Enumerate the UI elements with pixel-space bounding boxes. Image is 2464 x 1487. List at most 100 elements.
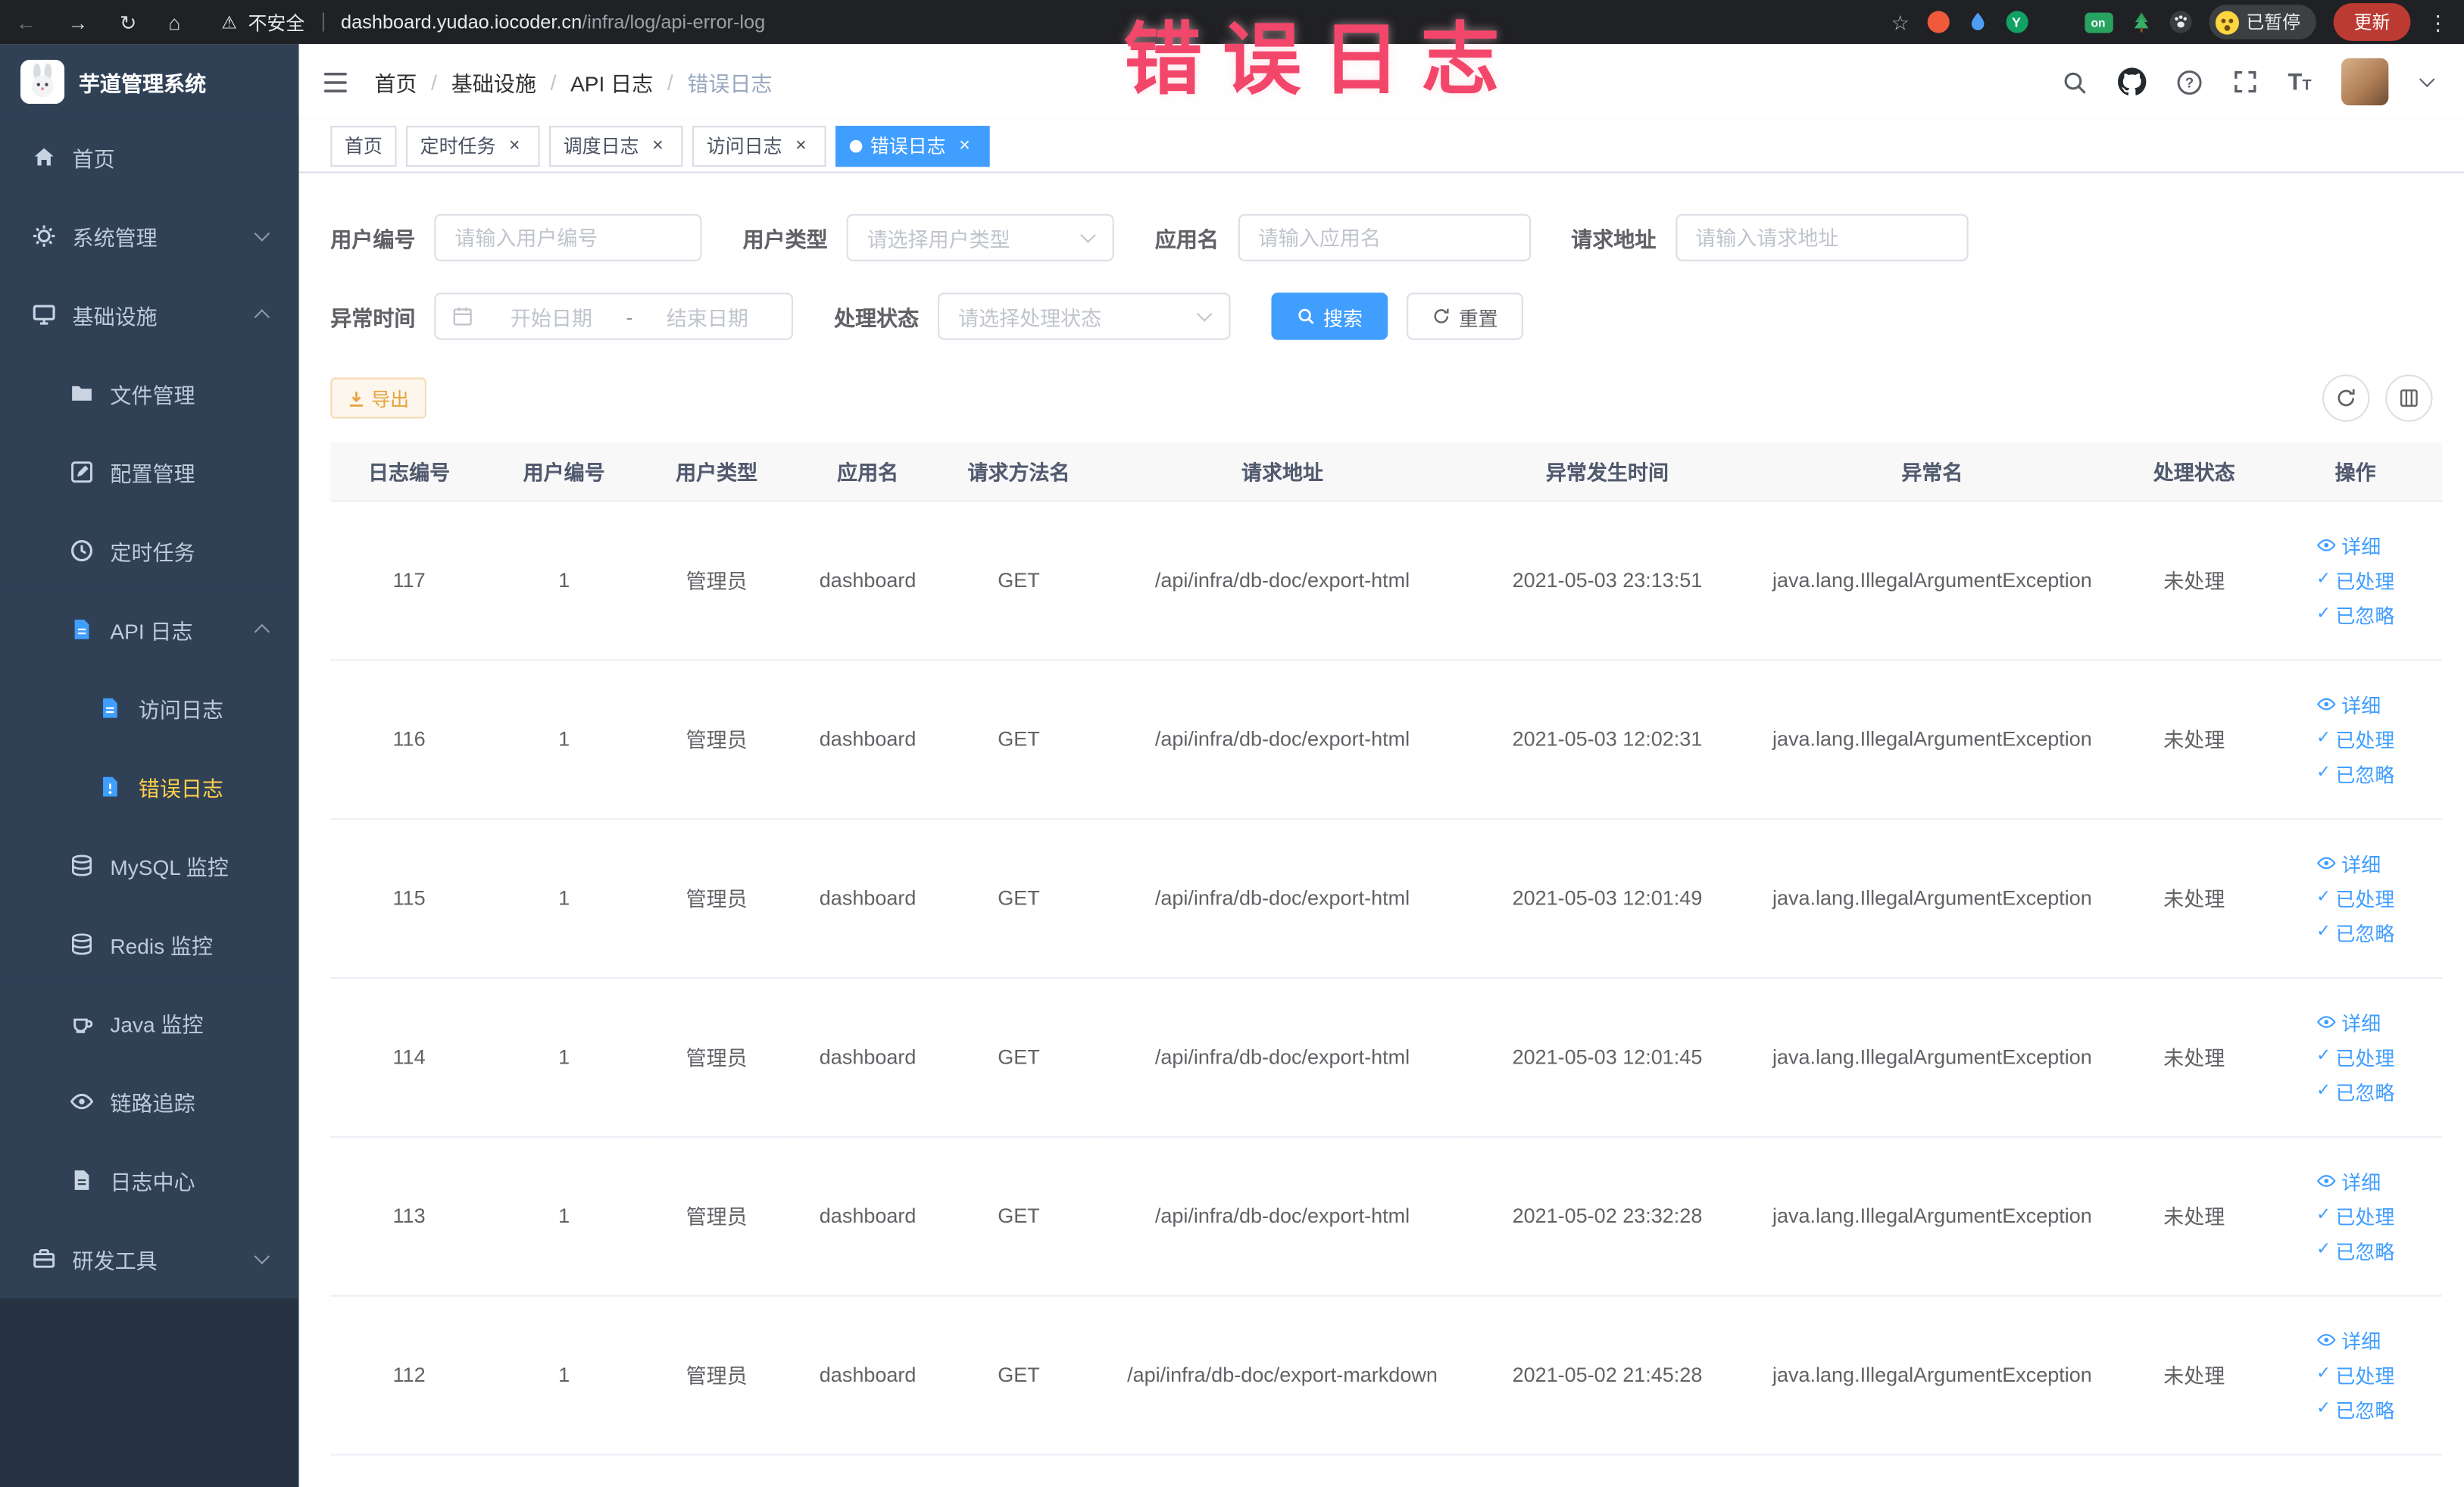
sidebar-item-log-center[interactable]: 日志中心 <box>0 1141 299 1220</box>
export-button-label: 导出 <box>371 388 410 411</box>
processed-link[interactable]: ✓ 已处理 <box>2316 883 2394 912</box>
sidebar-item-api-log[interactable]: API 日志 <box>0 589 299 669</box>
avatar-caret-icon[interactable] <box>2419 70 2435 87</box>
export-button[interactable]: 导出 <box>330 377 426 419</box>
cell-log-id: 117 <box>330 500 488 661</box>
ignore-link[interactable]: ✓ 已忽略 <box>2316 1394 2394 1423</box>
sidebar-item-scheduled-jobs[interactable]: 定时任务 <box>0 511 299 590</box>
detail-link[interactable]: 详细 <box>2316 1325 2381 1354</box>
breadcrumb-home[interactable]: 首页 <box>374 66 417 98</box>
detail-link[interactable]: 详细 <box>2316 1166 2381 1195</box>
cell-method: GET <box>942 1295 1095 1455</box>
app-logo-row[interactable]: 芋道管理系统 <box>0 44 299 118</box>
detail-link[interactable]: 详细 <box>2316 1007 2381 1036</box>
filter-app-name: 应用名 <box>1155 214 1531 261</box>
sidebar-item-error-log[interactable]: 错误日志 <box>0 747 299 826</box>
help-icon[interactable]: ? <box>2176 68 2203 95</box>
address-bar[interactable]: ⚠ 不安全 dashboard.yudao.iocoder.cn/infra/l… <box>221 8 1891 35</box>
cell-user-type: 管理员 <box>640 659 793 820</box>
tab-0[interactable]: 首页 <box>330 125 397 167</box>
bookmark-star-icon[interactable]: ☆ <box>1891 12 1910 33</box>
sidebar-item-java-monitor[interactable]: Java 监控 <box>0 983 299 1063</box>
sidebar-item-home[interactable]: 首页 <box>0 117 299 197</box>
error-log-table: 日志编号 用户编号 用户类型 应用名 请求方法名 请求地址 异常发生时间 异常名 处理状态 操作 1… <box>330 442 2442 1455</box>
process-status-select[interactable]: 请选择处理状态 <box>938 292 1231 340</box>
chevron-down-icon <box>1080 227 1096 243</box>
github-icon[interactable] <box>2118 67 2147 95</box>
cell-user-id: 1 <box>487 1295 641 1455</box>
tabs-bar: 首页 定时任务 × 调度日志 × 访问日志 × 错误日志 × <box>298 119 2464 173</box>
sidebar-item-infrastructure[interactable]: 基础设施 <box>0 275 299 355</box>
ignore-link[interactable]: ✓ 已忽略 <box>2316 1236 2394 1265</box>
header-search-icon[interactable] <box>2061 68 2088 95</box>
hamburger-icon[interactable] <box>323 70 352 93</box>
action-label: 详细 <box>2341 1013 2381 1036</box>
sidebar-item-redis-monitor[interactable]: Redis 监控 <box>0 904 299 984</box>
column-settings-button[interactable] <box>2385 374 2433 422</box>
select-placeholder: 请选择处理状态 <box>958 306 1102 330</box>
extension-icon-grid[interactable] <box>2044 11 2066 33</box>
ignore-link[interactable]: ✓ 已忽略 <box>2316 599 2394 629</box>
breadcrumb-separator: / <box>667 70 673 94</box>
tab-3[interactable]: 访问日志 × <box>692 125 826 167</box>
extension-icon-tree[interactable] <box>2130 11 2152 33</box>
action-label: 已忽略 <box>2335 1241 2395 1264</box>
reload-icon[interactable]: ↻ <box>120 12 137 33</box>
processed-link[interactable]: ✓ 已处理 <box>2316 1201 2394 1230</box>
tab-4[interactable]: 错误日志 × <box>835 125 990 167</box>
sidebar-item-label: 文件管理 <box>110 383 195 408</box>
paused-extension-chip[interactable]: 已暂停 <box>2208 5 2316 39</box>
sidebar-item-file-mgmt[interactable]: 文件管理 <box>0 354 299 433</box>
processed-link[interactable]: ✓ 已处理 <box>2316 565 2394 595</box>
extension-icon-blue-drop[interactable] <box>1966 11 1988 33</box>
detail-link[interactable]: 详细 <box>2316 848 2381 878</box>
detail-link[interactable]: 详细 <box>2316 689 2381 719</box>
tab-close-icon[interactable]: × <box>954 134 976 157</box>
tab-2[interactable]: 调度日志 × <box>549 125 683 167</box>
sidebar-item-mysql-monitor[interactable]: MySQL 监控 <box>0 826 299 905</box>
processed-link[interactable]: ✓ 已处理 <box>2316 724 2394 754</box>
browser-nav-icons: ← → ↻ ⌂ <box>16 12 181 33</box>
user-id-input[interactable] <box>434 214 702 261</box>
sidebar-item-config-mgmt[interactable]: 配置管理 <box>0 433 299 512</box>
fullscreen-icon[interactable] <box>2233 69 2258 94</box>
app-name-input[interactable] <box>1237 214 1531 261</box>
back-icon[interactable]: ← <box>16 12 36 33</box>
tab-1[interactable]: 定时任务 × <box>405 125 540 167</box>
ignore-link[interactable]: ✓ 已忽略 <box>2316 1076 2394 1106</box>
user-type-select[interactable]: 请选择用户类型 <box>846 214 1114 261</box>
ignore-link[interactable]: ✓ 已忽略 <box>2316 758 2394 788</box>
processed-link[interactable]: ✓ 已处理 <box>2316 1042 2394 1071</box>
check-icon: ✓ <box>2316 728 2331 748</box>
sidebar-item-link-trace[interactable]: 链路追踪 <box>0 1062 299 1142</box>
action-label: 详细 <box>2341 1172 2381 1195</box>
sidebar-item-access-log[interactable]: 访问日志 <box>0 668 299 748</box>
font-size-icon[interactable]: TT <box>2288 68 2311 95</box>
browser-home-icon[interactable]: ⌂ <box>168 12 180 33</box>
user-avatar[interactable] <box>2341 58 2389 106</box>
browser-update-button[interactable]: 更新 <box>2333 3 2411 42</box>
tab-close-icon[interactable]: × <box>504 134 526 157</box>
extension-icon-green-y[interactable]: Y <box>2005 11 2028 33</box>
extension-icon-on-badge[interactable]: on <box>2084 11 2113 33</box>
ignore-link[interactable]: ✓ 已忽略 <box>2316 917 2394 947</box>
kebab-menu-icon[interactable]: ⋮ <box>2428 12 2448 33</box>
breadcrumb-api-log[interactable]: API 日志 <box>570 66 653 98</box>
request-url-input[interactable] <box>1675 214 1968 261</box>
processed-link[interactable]: ✓ 已处理 <box>2316 1360 2394 1389</box>
extension-icon-red[interactable] <box>1926 11 1949 33</box>
forward-icon[interactable]: → <box>67 12 88 33</box>
refresh-icon <box>2338 389 2355 407</box>
tab-close-icon[interactable]: × <box>647 134 669 157</box>
sidebar-item-system-mgmt[interactable]: 系统管理 <box>0 196 299 276</box>
search-button[interactable]: 搜索 <box>1271 292 1388 340</box>
reset-button[interactable]: 重置 <box>1407 292 1523 340</box>
sidebar-item-dev-tools[interactable]: 研发工具 <box>0 1219 299 1298</box>
tab-close-icon[interactable]: × <box>790 134 812 157</box>
extension-icon-paw[interactable] <box>2169 11 2191 33</box>
cell-url: /api/infra/db-doc/export-html <box>1095 818 1470 979</box>
detail-link[interactable]: 详细 <box>2316 530 2381 560</box>
breadcrumb-infrastructure[interactable]: 基础设施 <box>451 66 536 98</box>
refresh-button[interactable] <box>2322 374 2370 422</box>
exception-time-range-picker[interactable]: 开始日期 - 结束日期 <box>434 292 793 340</box>
